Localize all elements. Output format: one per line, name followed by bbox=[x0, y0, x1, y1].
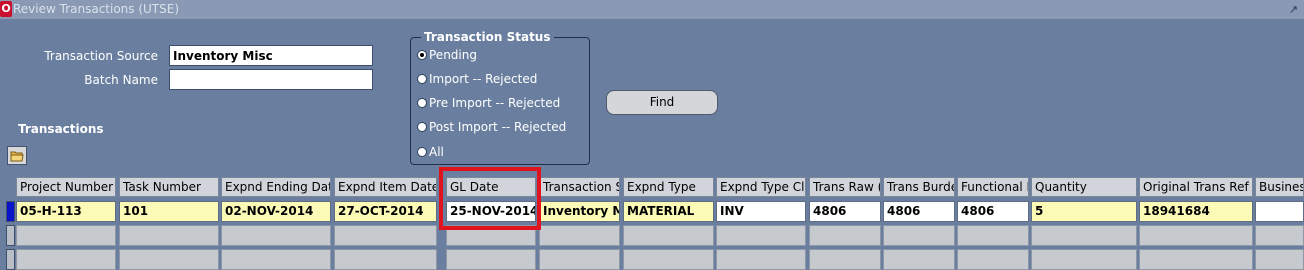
batch-name-field[interactable] bbox=[169, 69, 373, 90]
table-cell[interactable]: 18941684 bbox=[1139, 201, 1253, 222]
row-selector[interactable] bbox=[6, 225, 15, 246]
empty-cell[interactable] bbox=[1139, 225, 1253, 246]
table-cell[interactable]: INV bbox=[716, 201, 806, 222]
window-title: Review Transactions (UTSE) bbox=[13, 2, 180, 16]
empty-cell[interactable] bbox=[809, 225, 881, 246]
column-header[interactable]: Expnd Type Cl bbox=[716, 177, 806, 197]
table-cell[interactable]: 4806 bbox=[883, 201, 955, 222]
find-button[interactable]: Find bbox=[606, 90, 718, 115]
empty-cell[interactable] bbox=[1255, 249, 1304, 270]
empty-cell[interactable] bbox=[1255, 225, 1304, 246]
empty-cell[interactable] bbox=[623, 225, 714, 246]
empty-cell[interactable] bbox=[16, 225, 116, 246]
empty-cell[interactable] bbox=[883, 249, 955, 270]
radio-post-import-rejected[interactable]: Post Import -- Rejected bbox=[417, 120, 566, 134]
radio-import-rejected[interactable]: Import -- Rejected bbox=[417, 72, 537, 86]
folder-icon[interactable] bbox=[7, 146, 27, 165]
table-cell[interactable]: 05-H-113 bbox=[16, 201, 116, 222]
empty-cell[interactable] bbox=[1031, 225, 1137, 246]
table-cell[interactable] bbox=[1255, 201, 1304, 222]
radio-icon bbox=[417, 74, 427, 84]
empty-cell[interactable] bbox=[539, 225, 620, 246]
column-header[interactable]: Trans Burde bbox=[883, 177, 955, 197]
empty-cell[interactable] bbox=[716, 225, 806, 246]
table-cell[interactable]: 5 bbox=[1031, 201, 1137, 222]
transactions-section-title: Transactions bbox=[18, 122, 104, 136]
table-cell[interactable]: 101 bbox=[119, 201, 219, 222]
transaction-status-title: Transaction Status bbox=[421, 30, 554, 44]
resize-icon[interactable]: ↗ bbox=[1289, 0, 1298, 19]
radio-icon bbox=[417, 122, 427, 132]
empty-cell[interactable] bbox=[883, 225, 955, 246]
batch-name-label: Batch Name bbox=[84, 73, 158, 87]
column-header[interactable]: Expnd Ending Dat bbox=[221, 177, 331, 197]
title-bar: O Review Transactions (UTSE) ↗ bbox=[0, 0, 1304, 19]
radio-pre-import-rejected[interactable]: Pre Import -- Rejected bbox=[417, 96, 560, 110]
column-header[interactable]: Quantity bbox=[1031, 177, 1137, 197]
table-cell[interactable]: 4806 bbox=[809, 201, 881, 222]
column-header[interactable]: Original Trans Ref bbox=[1139, 177, 1253, 197]
column-header[interactable]: Trans Raw ( bbox=[809, 177, 881, 197]
radio-selected-icon bbox=[417, 50, 427, 60]
column-header[interactable]: Expnd Item Date bbox=[334, 177, 437, 197]
empty-cell[interactable] bbox=[957, 225, 1029, 246]
empty-cell[interactable] bbox=[623, 249, 714, 270]
column-header[interactable]: Task Number bbox=[119, 177, 219, 197]
empty-cell[interactable] bbox=[1139, 249, 1253, 270]
row-selector[interactable] bbox=[6, 249, 15, 270]
table-cell[interactable]: 4806 bbox=[957, 201, 1029, 222]
empty-cell[interactable] bbox=[957, 249, 1029, 270]
radio-pending[interactable]: Pending bbox=[417, 48, 477, 62]
column-header[interactable]: Expnd Type bbox=[623, 177, 714, 197]
transaction-source-field[interactable] bbox=[169, 45, 373, 66]
table-cell[interactable]: MATERIAL bbox=[623, 201, 714, 222]
empty-cell[interactable] bbox=[334, 225, 437, 246]
empty-cell[interactable] bbox=[16, 249, 116, 270]
empty-cell[interactable] bbox=[221, 225, 331, 246]
oracle-icon: O bbox=[0, 1, 12, 17]
gl-date-highlight-box bbox=[439, 167, 541, 230]
column-header[interactable]: Functional F bbox=[957, 177, 1029, 197]
empty-cell[interactable] bbox=[119, 225, 219, 246]
column-header[interactable]: Busines bbox=[1255, 177, 1304, 197]
empty-cell[interactable] bbox=[539, 249, 620, 270]
empty-cell[interactable] bbox=[119, 249, 219, 270]
empty-cell[interactable] bbox=[809, 249, 881, 270]
empty-cell[interactable] bbox=[1031, 249, 1137, 270]
radio-icon bbox=[417, 147, 427, 157]
radio-icon bbox=[417, 98, 427, 108]
empty-cell[interactable] bbox=[716, 249, 806, 270]
transaction-source-label: Transaction Source bbox=[44, 49, 158, 63]
empty-cell[interactable] bbox=[446, 249, 536, 270]
table-cell[interactable]: 02-NOV-2014 bbox=[221, 201, 331, 222]
column-header[interactable]: Project Number bbox=[16, 177, 116, 197]
table-cell[interactable]: 27-OCT-2014 bbox=[334, 201, 437, 222]
empty-cell[interactable] bbox=[334, 249, 437, 270]
column-header[interactable]: Transaction S bbox=[539, 177, 620, 197]
table-cell[interactable]: Inventory Mi bbox=[539, 201, 620, 222]
radio-all[interactable]: All bbox=[417, 145, 444, 159]
row-selector[interactable] bbox=[6, 201, 15, 222]
empty-cell[interactable] bbox=[221, 249, 331, 270]
